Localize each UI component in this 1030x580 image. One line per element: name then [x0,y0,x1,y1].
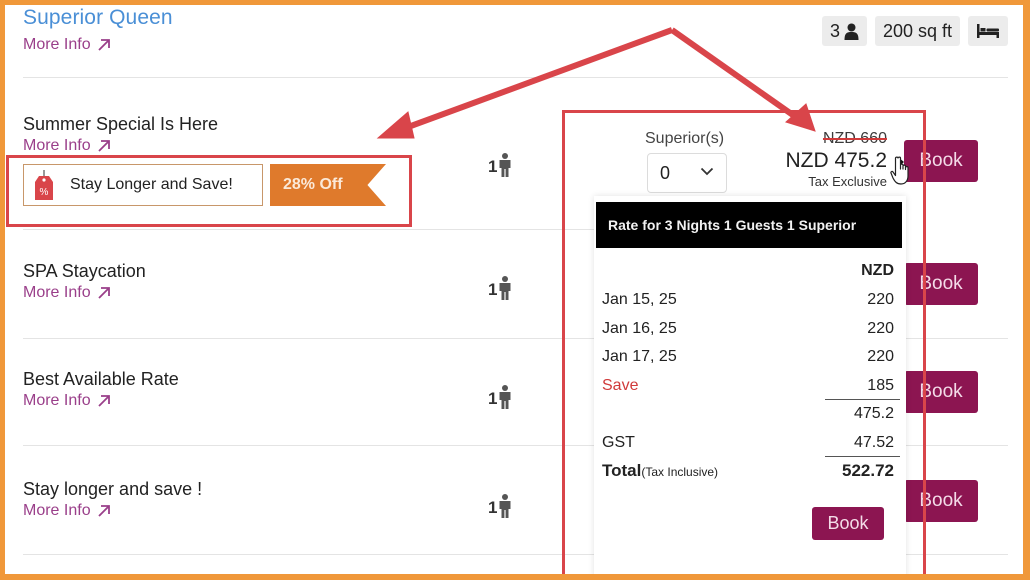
adult-icon [499,276,511,300]
breakdown-total-row: Total(Tax Inclusive) 522.72 [602,461,894,481]
rate-breakdown-popover: Rate for 3 Nights 1 Guests 1 Superior NZ… [594,196,906,580]
total-amount: 522.72 [842,461,894,480]
book-button[interactable]: Book [904,480,978,522]
room-badges: 3 200 sq ft [821,16,1008,46]
room-quantity-select[interactable]: 0 [647,153,727,193]
night-amount: 220 [867,291,894,308]
more-info-label: More Info [23,502,91,519]
discounted-price: NZD 475.2 [785,149,887,172]
rate-more-info-link[interactable]: More Info [23,137,111,155]
subtotal-amount: 475.2 [853,405,894,422]
room-title: Superior Queen [23,6,173,29]
room-quantity-label: Superior(s) [645,130,725,147]
more-info-label: More Info [23,284,91,301]
more-info-label: More Info [23,36,91,53]
breakdown-subtotal-row: 475.2 [602,405,894,423]
arrow-up-right-icon [97,286,111,300]
breakdown-currency: NZD [602,262,894,280]
discount-tag-icon: % [35,170,53,200]
arrow-up-right-icon [97,504,111,518]
promo-label: Stay Longer and Save! [70,176,233,193]
subtotal-divider [825,399,900,400]
night-amount: 220 [867,348,894,365]
room-size-badge: 200 sq ft [874,16,960,46]
total-label-group: Total(Tax Inclusive) [602,461,718,481]
tax-label: GST [602,434,635,451]
divider [23,77,1008,78]
arrow-up-right-icon [97,139,111,153]
bed-icon [977,24,999,38]
more-info-label: More Info [23,137,91,154]
breakdown-night-row: Jan 17, 25 220 [602,348,894,366]
occupancy-count: 1 [488,157,498,176]
bed-type-badge [968,16,1008,46]
arrow-up-right-icon [97,38,111,52]
original-price: NZD 660 [822,130,887,147]
room-header: Superior Queen More Info [23,6,173,54]
guest-capacity-value: 3 [829,20,840,41]
night-date: Jan 17, 25 [602,348,677,365]
night-date: Jan 16, 25 [602,320,677,337]
occupancy-count: 1 [488,280,498,299]
occupancy-indicator: 1 [488,153,512,177]
breakdown-title: Rate for 3 Nights 1 Guests 1 Superior [596,202,902,248]
occupancy-count: 1 [488,498,498,517]
adult-icon [499,494,511,518]
save-amount: 185 [867,377,894,394]
hand-pointer-cursor-icon [890,156,909,185]
night-amount: 220 [867,320,894,337]
breakdown-tax-row: GST 47.52 [602,434,894,452]
chevron-down-icon [700,167,714,176]
promo-annotation-box: % Stay Longer and Save! 28% Off [6,155,412,227]
breakdown-save-row: Save 185 [602,377,894,395]
book-button[interactable]: Book [904,371,978,413]
more-info-label: More Info [23,392,91,409]
svg-text:%: % [40,187,49,198]
occupancy-indicator: 1 [488,276,512,300]
breakdown-night-row: Jan 16, 25 220 [602,320,894,338]
currency-label: NZD [861,262,894,279]
rate-more-info-link[interactable]: More Info [23,284,111,302]
promo-tag: % Stay Longer and Save! [23,164,263,206]
guest-capacity-badge: 3 [821,16,867,46]
occupancy-indicator: 1 [488,494,512,518]
save-label: Save [602,377,639,394]
total-note: (Tax Inclusive) [641,465,719,479]
room-size-value: 200 sq ft [882,20,952,41]
person-icon [844,23,859,40]
book-button[interactable]: Book [904,263,978,305]
adult-icon [499,385,511,409]
occupancy-indicator: 1 [488,385,512,409]
discount-ribbon: 28% Off [270,164,386,206]
night-date: Jan 15, 25 [602,291,677,308]
room-more-info-link[interactable]: More Info [23,36,111,54]
book-button[interactable]: Book [904,140,978,182]
popover-book-button[interactable]: Book [812,507,884,540]
rate-more-info-link[interactable]: More Info [23,392,111,410]
total-divider [825,456,900,457]
adult-icon [499,153,511,177]
price-block: NZD 660 NZD 475.2 Tax Exclusive [785,130,887,189]
room-quantity-value: 0 [660,162,671,183]
rate-more-info-link[interactable]: More Info [23,502,111,520]
total-label: Total [602,461,642,480]
breakdown-night-row: Jan 15, 25 220 [602,291,894,309]
tax-amount: 47.52 [853,434,894,451]
arrow-up-right-icon [97,394,111,408]
occupancy-count: 1 [488,389,498,408]
tax-note: Tax Exclusive [808,174,887,189]
